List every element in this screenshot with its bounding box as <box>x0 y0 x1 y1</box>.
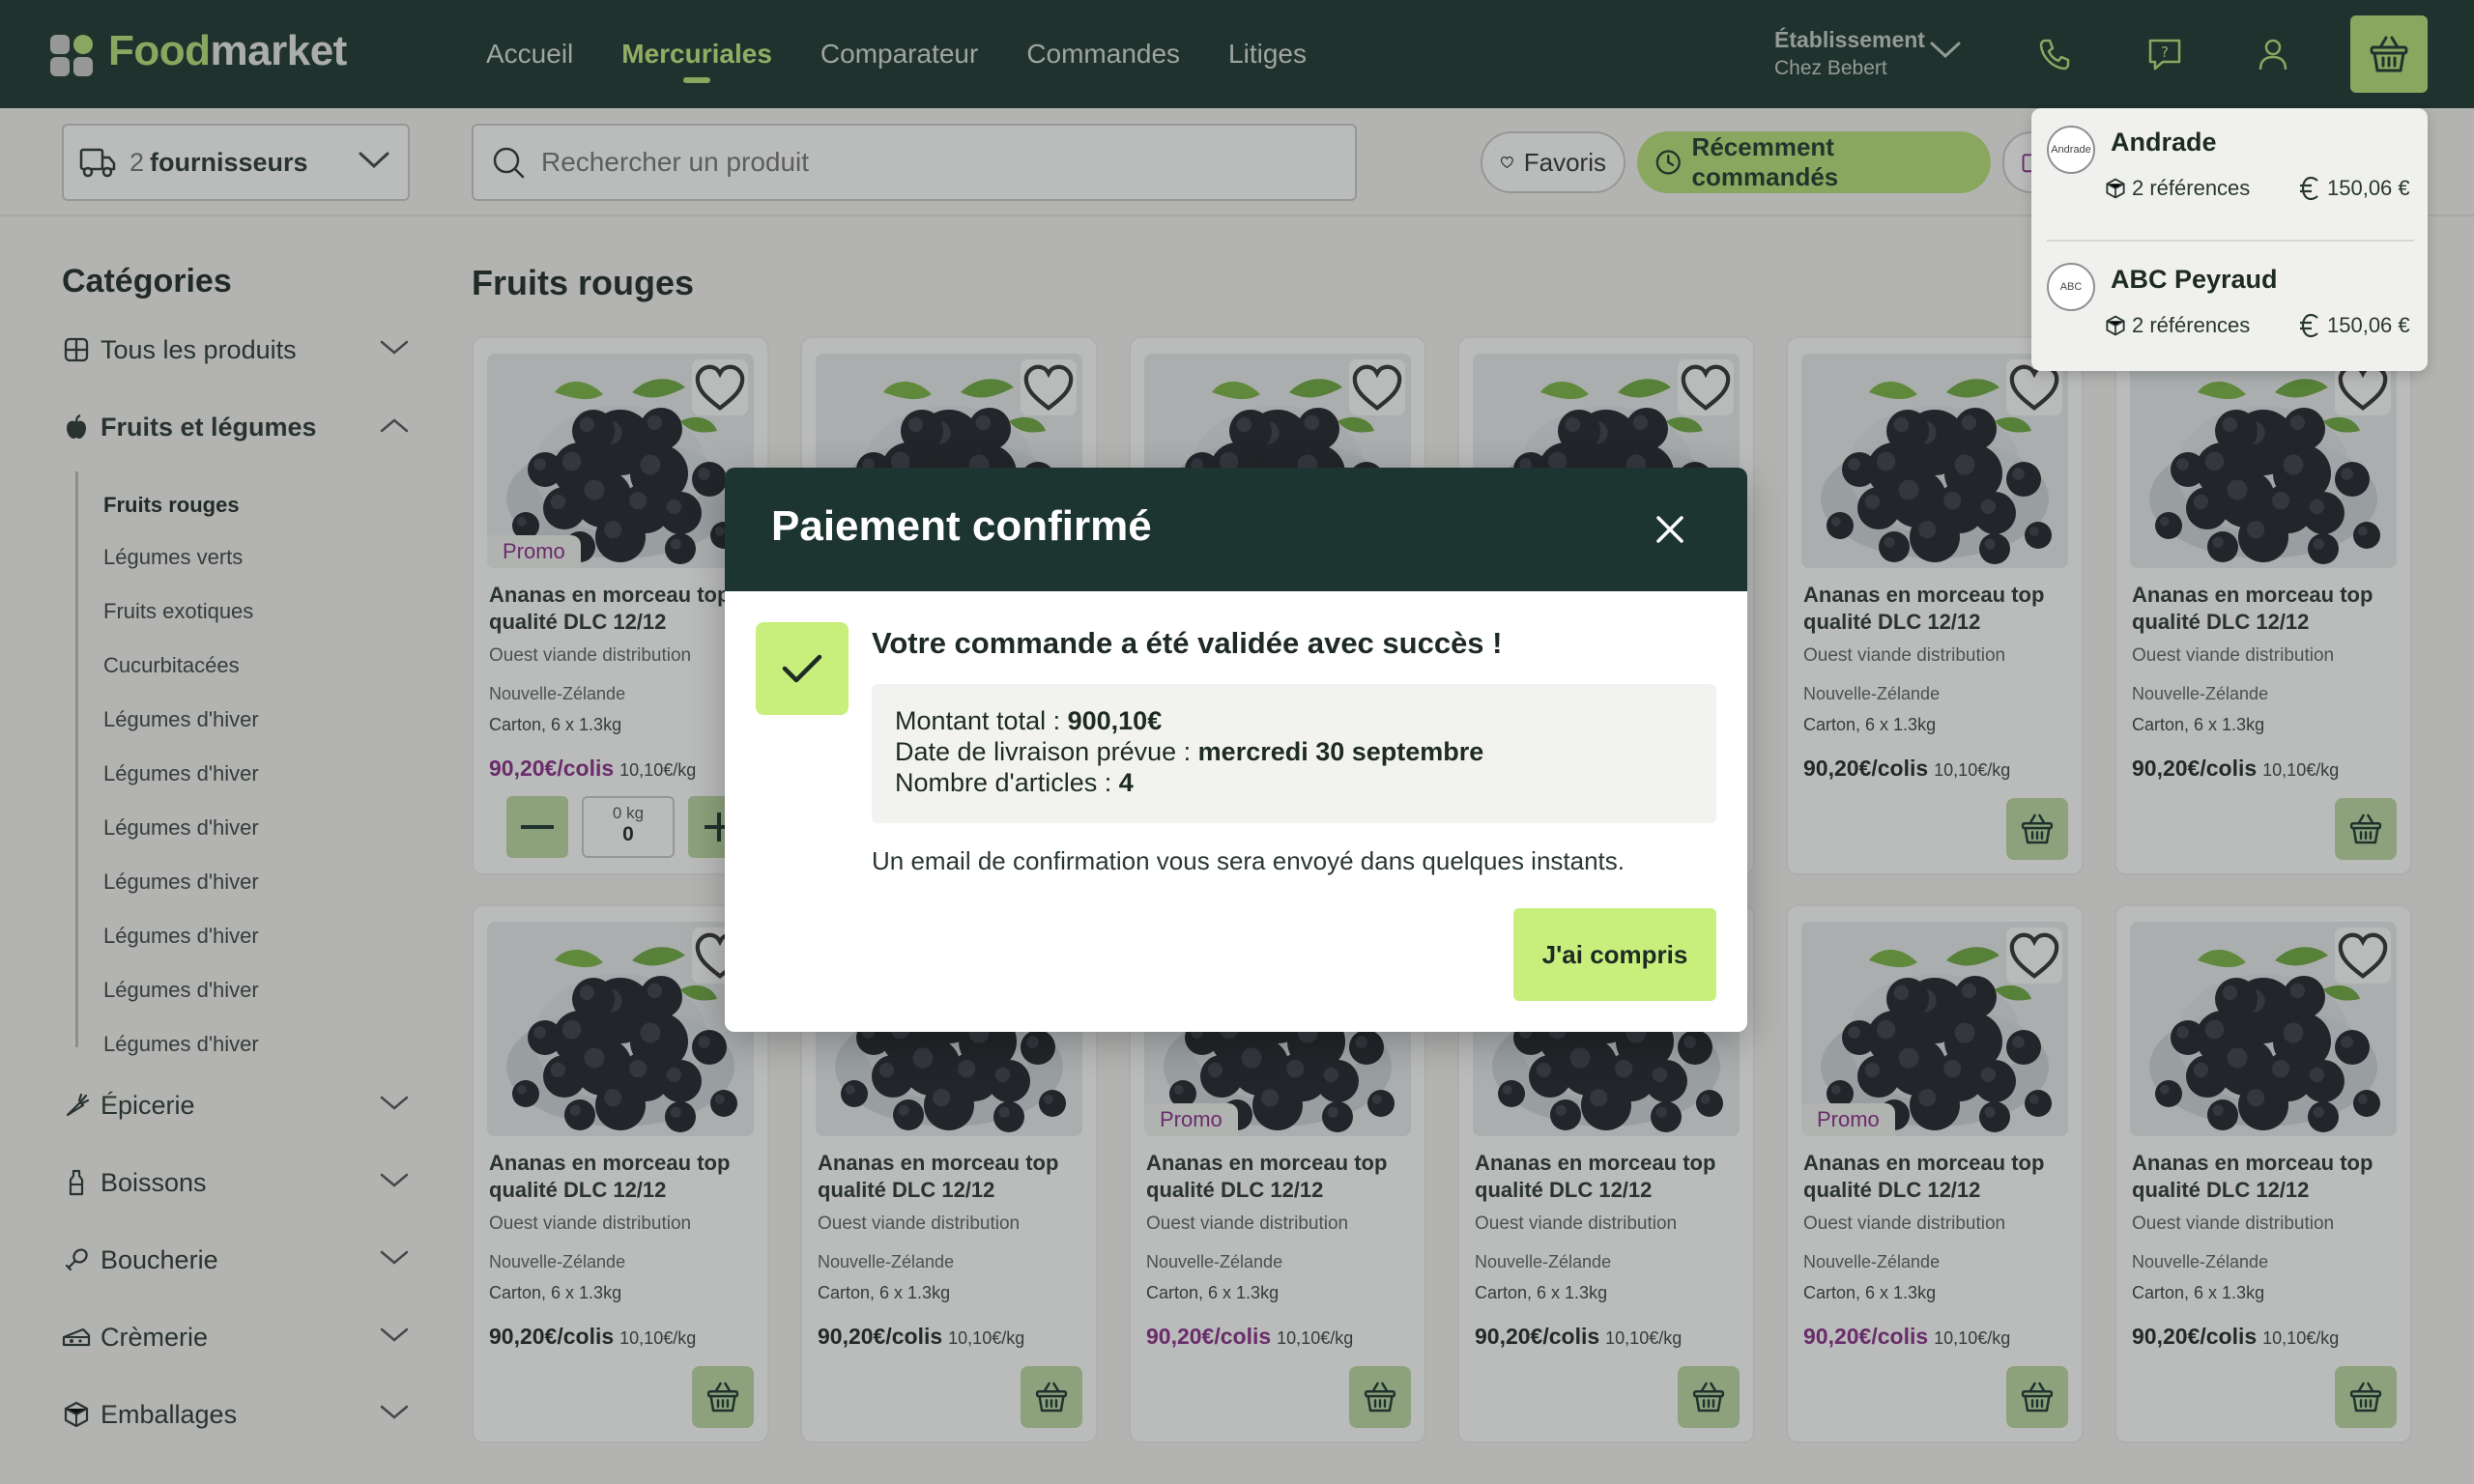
supplier-logo: Andrade <box>2047 126 2095 174</box>
success-message: Votre commande a été validée avec succès… <box>872 626 1503 660</box>
modal-title: Paiement confirmé <box>771 502 1152 550</box>
supplier-refs: 2 références <box>2132 176 2251 200</box>
euro-icon <box>2300 313 2318 338</box>
understood-button[interactable]: J'ai compris <box>1513 908 1716 1001</box>
items-line: Nombre d'articles : 4 <box>895 768 1134 797</box>
supplier-row-andrade[interactable]: Andrade Andrade 2 références 150,06 € <box>2047 108 2414 214</box>
order-summary: Montant total : 900,10€ Date de livraiso… <box>872 684 1716 823</box>
success-check-badge <box>756 622 849 715</box>
supplier-logo: ABC <box>2047 263 2095 311</box>
delivery-value: mercredi 30 septembre <box>1197 737 1484 766</box>
package-icon <box>2106 315 2125 336</box>
supplier-refs: 2 références <box>2132 313 2251 337</box>
supplier-amount: 150,06 € <box>2327 176 2410 200</box>
supplier-name: ABC Peyraud <box>2111 265 2278 294</box>
close-icon[interactable] <box>1651 510 1689 549</box>
items-value: 4 <box>1118 768 1134 797</box>
total-value: 900,10€ <box>1067 706 1163 735</box>
package-icon <box>2106 178 2125 199</box>
confirmation-email-note: Un email de confirmation vous sera envoy… <box>872 846 1625 875</box>
delivery-line: Date de livraison prévue : mercredi 30 s… <box>895 737 1484 766</box>
supplier-name: Andrade <box>2111 128 2217 157</box>
divider <box>2047 240 2414 242</box>
total-line: Montant total : 900,10€ <box>895 706 1163 735</box>
supplier-row-abc-peyraud[interactable]: ABC ABC Peyraud 2 références 150,06 € <box>2047 245 2414 352</box>
supplier-dropdown-panel: Andrade Andrade 2 références 150,06 € AB… <box>2031 108 2428 371</box>
supplier-amount: 150,06 € <box>2327 313 2410 337</box>
modal-header: Paiement confirmé <box>725 468 1747 591</box>
payment-confirmed-modal: Paiement confirmé Votre commande a été v… <box>725 468 1747 1032</box>
check-icon <box>782 654 822 683</box>
euro-icon <box>2300 176 2318 201</box>
